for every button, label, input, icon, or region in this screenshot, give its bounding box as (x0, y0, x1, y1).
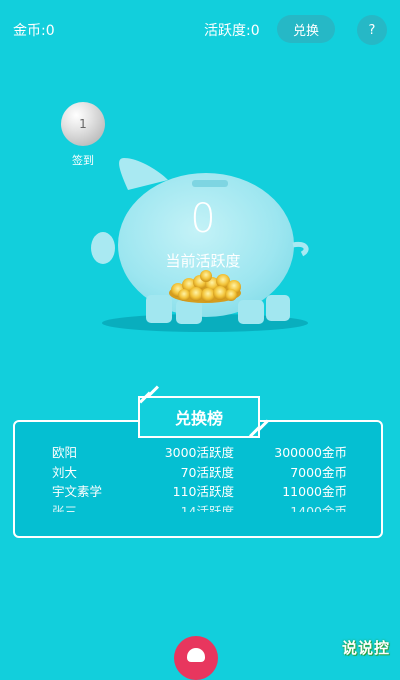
current-activity-label: 当前活跃度 (165, 252, 241, 270)
row-activity: 70活跃度 (180, 464, 234, 480)
checkin-day: 1 (79, 117, 87, 131)
leaderboard-row: 宇文素学 110活跃度 11000金币 (30, 479, 370, 499)
coins-label: 金币:0 (13, 23, 55, 39)
piggy-bank-icon (91, 158, 309, 332)
leaderboard-title-tab: 兑换榜 (138, 396, 260, 438)
leaderboard-row: 刘大 70活跃度 7000金币 (30, 460, 370, 480)
row-activity: 110活跃度 (172, 484, 234, 499)
row-gold: 7000金币 (290, 464, 347, 480)
current-activity-value: 0 (190, 196, 216, 242)
row-activity: 3000活跃度 (164, 445, 234, 460)
bottom-avatar-icon[interactable] (174, 636, 218, 680)
row-name: 欧阳 (52, 445, 78, 460)
help-button[interactable]: ? (357, 15, 387, 45)
checkin-ball-icon: 1 (61, 102, 105, 146)
exchange-button[interactable]: 兑换 (277, 15, 335, 43)
row-activity: 14活跃度 (180, 503, 234, 513)
piggy-bank: 0 当前活跃度 (88, 150, 318, 335)
activity-label: 活跃度:0 (204, 23, 260, 39)
row-gold: 1400金币 (290, 503, 347, 513)
row-gold: 300000金币 (274, 445, 347, 460)
leaderboard-row: 欧阳 3000活跃度 300000金币 (30, 440, 370, 460)
top-bar: 金币:0 活跃度:0 兑换 ? (0, 0, 400, 60)
row-name: 宇文素学 (52, 484, 103, 499)
leaderboard-row: 张三 14活跃度 1400金币 (30, 499, 370, 513)
row-gold: 11000金币 (282, 484, 347, 499)
row-name: 张三 (52, 503, 78, 513)
row-name: 刘大 (52, 464, 78, 480)
leaderboard-title: 兑换榜 (174, 409, 223, 428)
leaderboard-list[interactable]: 欧阳 3000活跃度 300000金币 刘大 70活跃度 7000金币 宇文素学… (30, 440, 370, 512)
watermark-logo: 说说控 (342, 639, 391, 657)
